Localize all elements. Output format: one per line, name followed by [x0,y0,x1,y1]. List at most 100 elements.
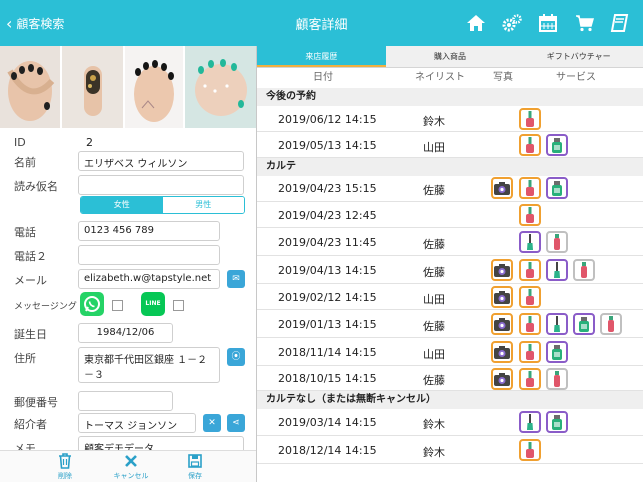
section-upcoming: 今後の予約 [257,88,643,106]
gender-male-option[interactable]: 男性 [162,197,244,213]
gender-female-option[interactable]: 女性 [81,197,163,213]
visit-row[interactable]: 2019/06/12 14:15 鈴木 [257,106,643,132]
column-date: 日付 [313,72,333,83]
nail-tube-icon[interactable] [600,313,622,335]
delete-button[interactable]: 削除 [40,453,90,481]
nail-polish-icon[interactable] [519,286,541,308]
camera-icon[interactable] [491,259,513,281]
nail-polish-icon[interactable] [519,439,541,461]
visit-row[interactable]: 2018/10/15 14:15 佐藤 [257,366,643,391]
calendar-icon[interactable] [538,13,558,33]
visit-row[interactable]: 2018/12/14 14:15 鈴木 [257,436,643,464]
visit-row[interactable]: 2019/04/23 11:45 佐藤 [257,228,643,256]
nail-photo[interactable] [61,46,124,128]
nail-polish-icon[interactable] [519,367,541,390]
phone2-row: 電話２ [0,242,256,266]
nail-tube-icon[interactable] [546,231,568,253]
cart-icon[interactable] [575,13,595,33]
gel-bottle-icon[interactable] [573,313,595,335]
camera-icon[interactable] [491,341,513,363]
tab-visits[interactable]: 来店履歴 [257,46,386,67]
column-nailist: ネイリスト [415,72,465,83]
tab-gift-vouchers[interactable]: ギフトバウチャー [514,46,643,67]
cancel-button[interactable]: キャンセル [106,453,156,481]
visit-row[interactable]: 2019/03/14 14:15 鈴木 [257,408,643,436]
camera-icon[interactable] [491,313,513,335]
column-service: サービス [556,72,596,83]
nail-tube-icon[interactable] [573,259,595,281]
visit-nailist: 鈴木 [423,114,445,128]
messaging-row: メッセージング LINE [0,290,256,320]
address-field[interactable]: 東京都千代田区銀座 １－２－３ [78,347,220,383]
line-icon-label: LINE [145,300,161,307]
nail-polish-icon[interactable] [519,313,541,335]
nail-brush-icon[interactable] [519,411,541,433]
phone-field[interactable]: 0123 456 789 [78,221,220,241]
nail-tube-icon[interactable] [546,367,568,390]
phone2-field[interactable] [78,245,220,265]
nail-photo-strip[interactable] [0,46,257,128]
birthday-label: 誕生日 [14,328,47,341]
back-label: 顧客検索 [16,17,65,31]
visit-date: 2019/01/13 14:15 [278,317,377,331]
nail-photo[interactable] [125,46,183,128]
gears-icon[interactable] [502,13,522,33]
camera-icon[interactable] [491,367,513,390]
history-tabs: 来店履歴 購入商品 ギフトバウチャー [257,46,643,68]
kana-row: 読み仮名 [0,172,256,196]
visit-nailist: 山田 [423,292,445,306]
referrer-row: 紹介者 トーマス ジョンソン ✕ ⋖ [0,410,256,434]
visit-row[interactable]: 2019/05/13 14:15 山田 [257,132,643,158]
visit-row[interactable]: 2019/02/12 14:15 山田 [257,284,643,310]
nail-polish-icon[interactable] [519,259,541,281]
save-button[interactable]: 保存 [170,453,220,481]
gel-bottle-icon[interactable] [546,177,568,199]
whatsapp-checkbox[interactable] [112,300,123,311]
visit-row[interactable]: 2019/04/13 14:15 佐藤 [257,256,643,284]
visit-row[interactable]: 2018/11/14 14:15 山田 [257,338,643,366]
postal-field[interactable] [78,391,173,411]
back-button[interactable]: ‹ 顧客検索 [6,15,64,32]
nail-polish-icon[interactable] [519,177,541,199]
referrer-label: 紹介者 [14,418,47,431]
nail-polish-icon[interactable] [519,108,541,130]
send-mail-button[interactable]: ✉ [227,270,245,288]
home-icon[interactable] [466,13,486,33]
camera-icon[interactable] [491,177,513,199]
birthday-field[interactable]: 1984/12/06 [78,323,173,343]
gel-bottle-icon[interactable] [546,134,568,156]
book-icon[interactable] [610,13,630,33]
visit-row[interactable]: 2019/01/13 14:15 佐藤 [257,310,643,338]
nail-polish-icon[interactable] [519,204,541,226]
nail-brush-icon[interactable] [546,313,568,335]
phone-row: 電話 0123 456 789 [0,218,256,242]
clear-referrer-button[interactable]: ✕ [203,414,221,432]
share-referrer-button[interactable]: ⋖ [227,414,245,432]
line-checkbox[interactable] [173,300,184,311]
mail-label: メール [14,274,47,287]
camera-icon[interactable] [491,286,513,308]
visit-date: 2019/03/14 14:15 [278,415,377,429]
name-field[interactable]: エリザベス ウィルソン [78,151,244,171]
nail-photo[interactable] [184,46,257,128]
visit-nailist: 山田 [423,140,445,154]
mail-field[interactable]: elizabeth.w@tapstyle.net [78,269,220,289]
nail-polish-icon[interactable] [519,134,541,156]
visit-row[interactable]: 2019/04/23 15:15 佐藤 [257,174,643,202]
kana-field[interactable] [78,175,244,195]
nail-brush-icon[interactable] [546,259,568,281]
nail-brush-icon[interactable] [519,231,541,253]
history-panel: 来店履歴 購入商品 ギフトバウチャー 日付 ネイリスト 写真 サービス 今後の予… [257,46,643,482]
whatsapp-icon [80,292,104,316]
visit-row[interactable]: 2019/04/23 12:45 [257,202,643,228]
postal-row: 郵便番号 [0,388,256,412]
visit-nailist: 佐藤 [423,183,445,197]
nail-photo[interactable] [0,46,60,128]
map-button[interactable]: ⦿ [227,348,245,366]
tab-products[interactable]: 購入商品 [386,46,515,67]
gel-bottle-icon[interactable] [546,341,568,363]
customer-form-panel: ID 2 名前 エリザベス ウィルソン 読み仮名 女性 男性 電話 0123 4… [0,46,257,482]
nail-polish-icon[interactable] [519,341,541,363]
gel-bottle-icon[interactable] [546,411,568,433]
referrer-field[interactable]: トーマス ジョンソン [78,413,196,433]
